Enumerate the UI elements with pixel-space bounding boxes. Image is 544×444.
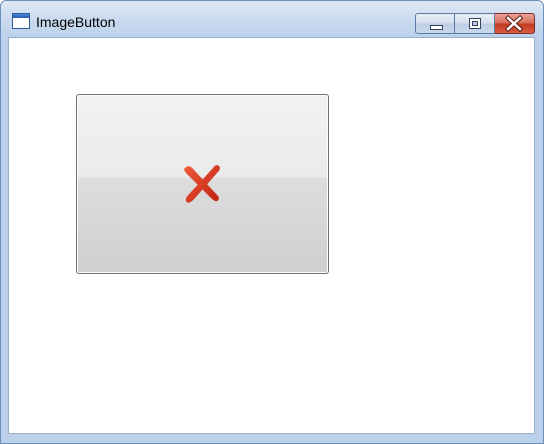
window: ImageButton: [0, 0, 544, 444]
x-mark-icon: [184, 164, 221, 203]
close-icon: [504, 14, 524, 33]
close-button[interactable]: [495, 13, 535, 34]
maximize-button[interactable]: [455, 13, 495, 34]
minimize-button[interactable]: [415, 13, 455, 34]
client-area: [8, 37, 535, 434]
caption-buttons: [415, 13, 535, 34]
minimize-icon: [430, 25, 443, 30]
window-app-icon[interactable]: [12, 13, 30, 29]
title-bar[interactable]: ImageButton: [1, 1, 543, 37]
window-title: ImageButton: [36, 14, 116, 30]
image-button[interactable]: [76, 94, 329, 274]
maximize-icon: [469, 18, 481, 29]
